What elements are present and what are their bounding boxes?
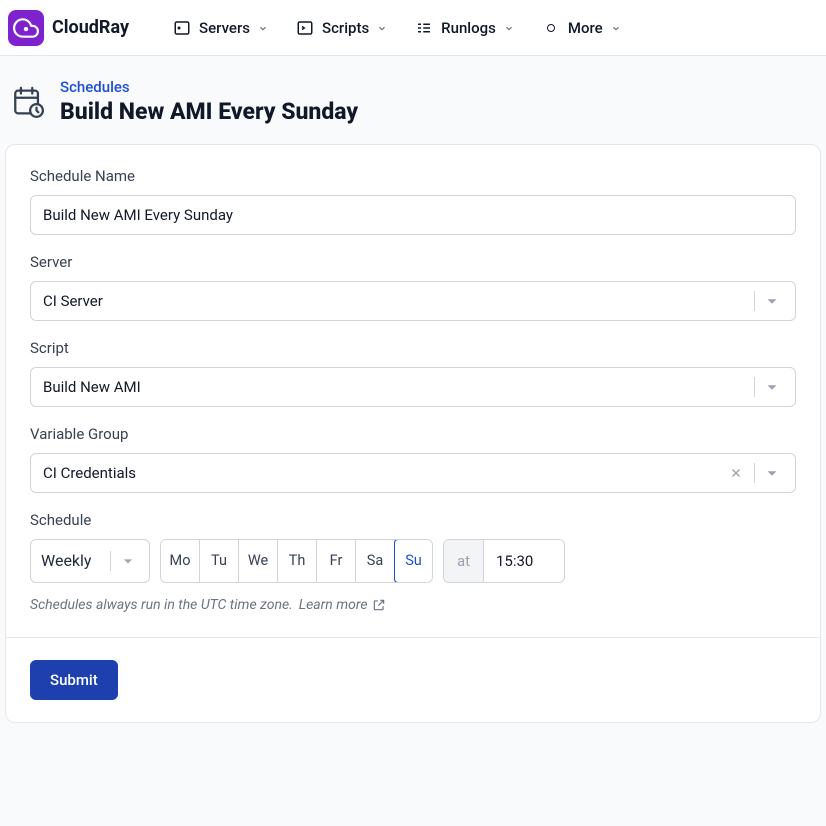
nav-servers[interactable]: Servers <box>173 19 268 37</box>
nav-servers-label: Servers <box>199 19 250 37</box>
server-label: Server <box>30 253 796 271</box>
day-sa[interactable]: Sa <box>356 540 395 582</box>
chevron-down-icon <box>611 23 621 33</box>
list-icon <box>415 19 433 37</box>
schedule-label: Schedule <box>30 511 796 529</box>
nav-more-label: More <box>568 19 603 37</box>
field-script: Script Build New AMI <box>30 339 796 407</box>
chevron-down-icon <box>258 23 268 33</box>
nav-runlogs-label: Runlogs <box>441 19 496 37</box>
logo[interactable]: CloudRay <box>8 10 165 46</box>
submit-button[interactable]: Submit <box>30 660 118 700</box>
breadcrumb-schedules[interactable]: Schedules <box>60 78 358 96</box>
time-picker: at <box>443 539 565 583</box>
page-title: Build New AMI Every Sunday <box>60 98 358 126</box>
variable-group-value: CI Credentials <box>43 464 728 482</box>
script-value: Build New AMI <box>43 378 748 396</box>
day-fr[interactable]: Fr <box>317 540 356 582</box>
day-mo[interactable]: Mo <box>161 540 200 582</box>
learn-more-label: Learn more <box>299 597 368 613</box>
nav-more[interactable]: More <box>542 19 621 37</box>
help-text-body: Schedules always run in the UTC time zon… <box>30 597 293 613</box>
chevron-down-icon <box>377 23 387 33</box>
frequency-select[interactable]: Weekly <box>30 539 150 583</box>
terminal-icon <box>296 19 314 37</box>
field-schedule: Schedule Weekly MoTuWeThFrSaSu at Schedu… <box>30 511 796 613</box>
nav-scripts-label: Scripts <box>322 19 369 37</box>
field-server: Server CI Server <box>30 253 796 321</box>
day-th[interactable]: Th <box>278 540 317 582</box>
divider <box>6 637 820 638</box>
circle-icon <box>542 19 560 37</box>
topbar: CloudRay Servers Scripts <box>0 0 826 56</box>
at-label: at <box>444 540 484 582</box>
nav-runlogs[interactable]: Runlogs <box>415 19 514 37</box>
chevron-down-icon <box>761 463 783 483</box>
server-icon <box>173 19 191 37</box>
clear-icon[interactable] <box>728 465 744 481</box>
external-link-icon <box>372 598 386 612</box>
chevron-down-icon <box>117 551 139 571</box>
schedule-name-input[interactable] <box>30 195 796 235</box>
field-variable-group: Variable Group CI Credentials <box>30 425 796 493</box>
script-label: Script <box>30 339 796 357</box>
help-text: Schedules always run in the UTC time zon… <box>30 597 796 613</box>
day-tu[interactable]: Tu <box>200 540 239 582</box>
learn-more-link[interactable]: Learn more <box>299 597 386 613</box>
variable-group-select[interactable]: CI Credentials <box>30 453 796 493</box>
day-we[interactable]: We <box>239 540 278 582</box>
logo-text: CloudRay <box>52 17 129 38</box>
nav-scripts[interactable]: Scripts <box>296 19 387 37</box>
cloud-icon <box>8 10 44 46</box>
nav: Servers Scripts Runlogs <box>173 19 621 37</box>
server-select[interactable]: CI Server <box>30 281 796 321</box>
day-picker: MoTuWeThFrSaSu <box>160 539 433 583</box>
chevron-down-icon <box>761 377 783 397</box>
form-card: Schedule Name Server CI Server Script Bu… <box>5 144 821 723</box>
script-select[interactable]: Build New AMI <box>30 367 796 407</box>
schedule-name-label: Schedule Name <box>30 167 796 185</box>
chevron-down-icon <box>504 23 514 33</box>
frequency-value: Weekly <box>41 551 104 570</box>
field-schedule-name: Schedule Name <box>30 167 796 235</box>
calendar-clock-icon <box>10 84 46 120</box>
time-input[interactable] <box>484 540 564 582</box>
server-value: CI Server <box>43 292 748 310</box>
day-su[interactable]: Su <box>394 539 433 583</box>
chevron-down-icon <box>761 291 783 311</box>
variable-group-label: Variable Group <box>30 425 796 443</box>
page-header: Schedules Build New AMI Every Sunday <box>0 56 826 140</box>
